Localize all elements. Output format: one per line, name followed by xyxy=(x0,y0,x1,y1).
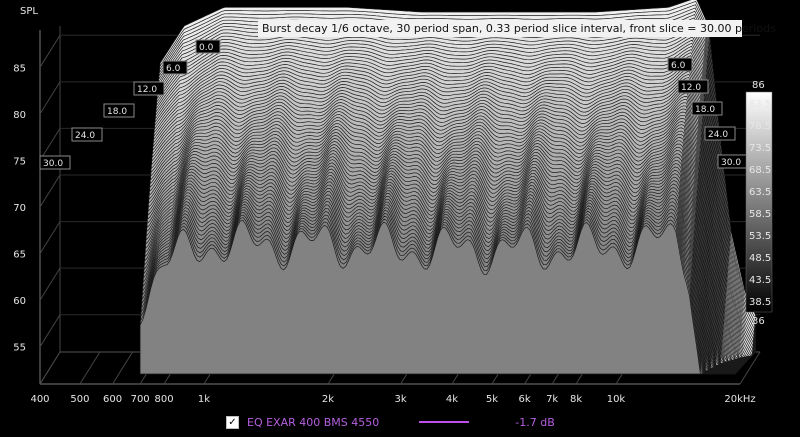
x-tick-label: 600 xyxy=(103,394,122,405)
x-tick-label: 3k xyxy=(394,394,406,405)
x-tick-label: 6k xyxy=(518,394,530,405)
slice-label-left: 30.0 xyxy=(43,159,63,169)
colorbar-tick-label: 58.5 xyxy=(749,209,771,220)
slice-label-left: 18.0 xyxy=(107,107,127,117)
colorbar-min: 36 xyxy=(752,316,765,327)
slice-label-right: 24.0 xyxy=(708,130,728,140)
x-tick-label: 1k xyxy=(198,394,210,405)
slice-label-left: 6.0 xyxy=(166,64,181,74)
x-floor-gridline xyxy=(39,351,61,385)
y-tick-label: 60 xyxy=(13,296,26,307)
y-axis: 55 60 65 70 75 80 85 xyxy=(13,63,26,353)
colorbar-tick-label: 78.5 xyxy=(749,121,771,132)
chart-title: Burst decay 1/6 octave, 30 period span, … xyxy=(262,22,776,35)
slice-label-right: 12.0 xyxy=(681,83,701,93)
slice-label-left: 12.0 xyxy=(137,85,157,95)
x-tick-label: 4k xyxy=(446,394,458,405)
colorbar-tick-label: 73.5 xyxy=(749,143,771,154)
slice-label-right: 18.0 xyxy=(695,105,715,115)
legend-color-swatch xyxy=(419,421,470,423)
y-tick-label: 65 xyxy=(13,250,26,261)
y-wall-gridline xyxy=(39,221,61,254)
y-wall-gridline xyxy=(39,81,61,115)
legend: ✓ EQ EXAR 400 BMS 4550 -1.7 dB xyxy=(226,412,646,432)
y-wall-gridline xyxy=(39,314,61,348)
colorbar-tick-label: 68.5 xyxy=(749,165,771,176)
y-wall-gridline xyxy=(39,34,61,68)
x-tick-label: 2k xyxy=(322,394,334,405)
x-floor-gridline xyxy=(112,351,133,385)
x-tick-label: 8k xyxy=(570,394,582,405)
legend-series-name: EQ EXAR 400 BMS 4550 xyxy=(247,415,380,429)
slice-label-right: 6.0 xyxy=(671,61,686,71)
colorbar-tick-label: 83.5 xyxy=(749,99,771,110)
x-axis: 400 500 600 700 800 1k 2k 3k 4k 5k 6k 7k 8k 10k 20kHz xyxy=(30,394,755,405)
x-tick-label: 700 xyxy=(131,394,150,405)
colorbar-tick-label: 53.5 xyxy=(749,231,771,242)
x-tick-label: 500 xyxy=(70,394,89,405)
colorbar: 86 36 83.5 78.5 73.5 68.5 63.5 58.5 53.5 48.5 43… xyxy=(745,80,773,327)
legend-offset: -1.7 dB xyxy=(515,415,555,429)
y-tick-label: 55 xyxy=(13,343,26,354)
slice-label-left: 0.0 xyxy=(199,43,214,53)
x-tick-label: 7k xyxy=(546,394,558,405)
y-tick-label: 75 xyxy=(13,156,26,167)
colorbar-tick-label: 43.5 xyxy=(749,275,771,286)
waterfall-surface xyxy=(139,0,756,375)
legend-checkbox[interactable]: ✓ xyxy=(226,415,239,429)
slice-label-right: 30.0 xyxy=(721,158,741,168)
colorbar-tick-label: 38.5 xyxy=(749,297,771,308)
y-tick-label: 70 xyxy=(13,203,26,214)
y-tick-label: 80 xyxy=(13,110,26,121)
x-tick-label: 400 xyxy=(30,394,49,405)
x-tick-label: 800 xyxy=(154,394,173,405)
colorbar-max: 86 xyxy=(752,80,765,91)
y-tick-label: 85 xyxy=(13,63,26,74)
colorbar-tick-label: 48.5 xyxy=(749,253,771,264)
y-wall-gridline xyxy=(39,267,61,301)
y-axis-label: SPL xyxy=(20,6,38,17)
slice-label-left: 24.0 xyxy=(75,131,95,141)
x-tick-label: 5k xyxy=(486,394,498,405)
waterfall-chart: 55 60 65 70 75 80 85 400 500 600 700 800 1k 2k 3k 4k 5k… xyxy=(13,0,776,405)
x-tick-label: 20kHz xyxy=(724,394,755,405)
colorbar-tick-label: 63.5 xyxy=(749,187,771,198)
y-wall-gridline xyxy=(39,174,61,208)
x-floor-gridline xyxy=(79,351,101,385)
x-tick-label: 10k xyxy=(607,394,626,405)
